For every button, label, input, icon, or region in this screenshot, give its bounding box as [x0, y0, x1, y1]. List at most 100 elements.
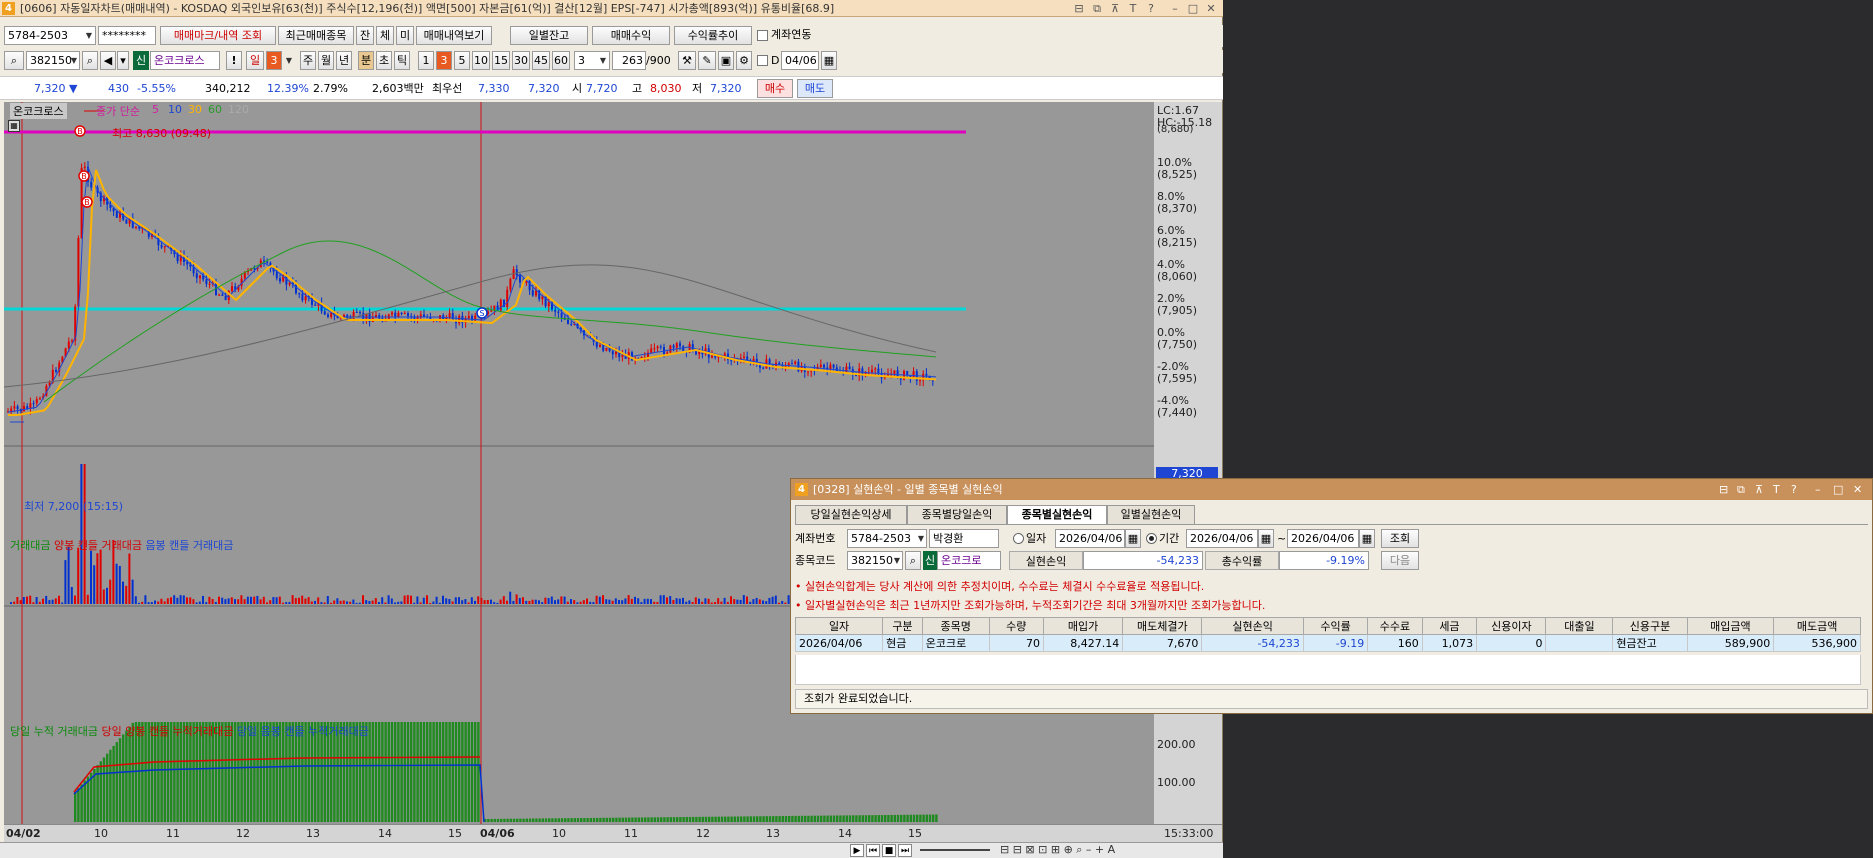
- column-header[interactable]: 수익률: [1302, 617, 1369, 635]
- link-icon[interactable]: ⊟: [1719, 479, 1728, 500]
- minimize-icon[interactable]: –: [1168, 0, 1182, 16]
- chevron-down-icon[interactable]: ▼: [83, 27, 95, 44]
- interval-1-button[interactable]: 1: [418, 51, 434, 70]
- table-row[interactable]: 2026/04/06 현금 온코크로 70 8,427.14 7,670 -54,233 -9…: [794, 634, 1861, 652]
- font-icon[interactable]: T: [1773, 479, 1780, 500]
- bar-count-input[interactable]: 263: [612, 51, 646, 70]
- column-header[interactable]: 신용구분: [1612, 617, 1688, 635]
- period-day-button[interactable]: 일: [246, 51, 264, 70]
- scroll-right-icon[interactable]: ▶: [850, 844, 864, 857]
- period-value[interactable]: 3: [266, 51, 282, 70]
- help-icon[interactable]: ?: [1144, 0, 1158, 16]
- interval-60-button[interactable]: 60: [552, 51, 570, 70]
- tab-daily-realized[interactable]: 일별실현손익: [1107, 505, 1195, 525]
- column-header[interactable]: 신용이자: [1476, 617, 1547, 635]
- calendar-icon[interactable]: ▦: [1258, 529, 1274, 548]
- yield-trend-button[interactable]: 수익률추이: [674, 26, 752, 45]
- interval-30-button[interactable]: 30: [512, 51, 530, 70]
- trade-mark-query-button[interactable]: 매매마크/내역 조회: [160, 26, 276, 45]
- next-button[interactable]: 다음: [1381, 551, 1419, 570]
- interval-3-button[interactable]: 3: [436, 51, 452, 70]
- column-header[interactable]: 매입가: [1043, 617, 1124, 635]
- sound-icon[interactable]: ◀: [100, 51, 116, 70]
- column-header[interactable]: 수량: [988, 617, 1045, 635]
- column-header[interactable]: 종목명: [921, 617, 990, 635]
- interval-5-button[interactable]: 5: [454, 51, 470, 70]
- link-icon[interactable]: ⊟: [1072, 0, 1086, 16]
- recent-trade-button[interactable]: 최근매매종목: [278, 26, 354, 45]
- column-header[interactable]: 매도금액: [1773, 617, 1861, 635]
- font-icon[interactable]: T: [1126, 0, 1140, 16]
- query-button[interactable]: 조회: [1381, 529, 1419, 548]
- column-header[interactable]: 매도체결가: [1122, 617, 1203, 635]
- period-minute-button[interactable]: 분: [358, 51, 374, 70]
- calendar-icon[interactable]: ▦: [1125, 529, 1141, 548]
- chevron-down-icon[interactable]: ▼: [597, 52, 609, 69]
- jump-start-icon[interactable]: ⏮: [866, 844, 880, 857]
- tools-icon[interactable]: ⚒: [678, 51, 696, 70]
- column-header[interactable]: 구분: [882, 617, 923, 635]
- filled-button[interactable]: 체: [376, 26, 394, 45]
- interval-15-button[interactable]: 15: [492, 51, 510, 70]
- date-input[interactable]: 04/06: [781, 51, 819, 70]
- chevron-down-icon[interactable]: ▼: [891, 552, 903, 569]
- search-icon[interactable]: ⌕: [905, 551, 921, 570]
- column-header[interactable]: 실현손익: [1201, 617, 1304, 635]
- password-input[interactable]: ********: [98, 26, 156, 45]
- date-to-input[interactable]: 2026/04/06: [1287, 529, 1359, 548]
- link-account-checkbox[interactable]: [757, 30, 768, 41]
- stop-icon[interactable]: ■: [882, 844, 896, 857]
- minimize-icon[interactable]: –: [1815, 479, 1821, 500]
- tab-today-detail[interactable]: 당일실현손익상세: [795, 505, 907, 525]
- close-icon[interactable]: ✕: [1853, 479, 1862, 500]
- draw-icon[interactable]: ✎: [698, 51, 716, 70]
- help-icon[interactable]: ?: [1791, 479, 1797, 500]
- trade-history-button[interactable]: 매매내역보기: [416, 26, 492, 45]
- save-icon[interactable]: ▣: [718, 51, 734, 70]
- chart-tools-icons[interactable]: ⊟ ⊟ ⊠ ⊡ ⊞ ⊕ ⌕ – + A: [1000, 843, 1115, 857]
- chevron-down-icon[interactable]: ▼: [915, 530, 927, 547]
- search-icon[interactable]: ⌕: [82, 51, 98, 70]
- buy-button[interactable]: 매수: [757, 79, 793, 98]
- chevron-down-icon[interactable]: ▼: [283, 52, 295, 69]
- period-second-button[interactable]: 초: [376, 51, 392, 70]
- calendar-icon[interactable]: ▦: [821, 51, 837, 70]
- column-header[interactable]: 세금: [1421, 617, 1478, 635]
- gear-icon[interactable]: ⚙: [736, 51, 752, 70]
- tab-stock-realized[interactable]: 종목별실현손익: [1007, 505, 1107, 525]
- copy-icon[interactable]: ⧉: [1090, 0, 1104, 16]
- date-single-input[interactable]: 2026/04/06: [1055, 529, 1125, 548]
- column-header[interactable]: 수수료: [1367, 617, 1423, 635]
- sell-button[interactable]: 매도: [797, 79, 833, 98]
- trade-profit-button[interactable]: 매매수익: [592, 26, 670, 45]
- maximize-icon[interactable]: □: [1833, 479, 1843, 500]
- stock-name-field[interactable]: 온코크로스: [150, 51, 220, 70]
- column-header[interactable]: 일자: [794, 617, 884, 635]
- interval-45-button[interactable]: 45: [532, 51, 550, 70]
- zoom-slider[interactable]: [920, 849, 990, 851]
- period-year-button[interactable]: 년: [336, 51, 352, 70]
- interval-10-button[interactable]: 10: [472, 51, 490, 70]
- column-header[interactable]: 매입금액: [1686, 617, 1775, 635]
- radio-date[interactable]: [1013, 533, 1024, 544]
- chevron-down-icon[interactable]: ▾: [117, 51, 129, 70]
- tab-stock-today[interactable]: 종목별당일손익: [907, 505, 1007, 525]
- grid-icon[interactable]: ▦: [8, 120, 20, 132]
- period-tick-button[interactable]: 틱: [394, 51, 410, 70]
- period-week-button[interactable]: 주: [300, 51, 316, 70]
- price-chart[interactable]: B B B S 온코크로스 종가 단순 5 10 30 60 120 ▦ 최고 8,6…: [4, 102, 1154, 824]
- period-month-button[interactable]: 월: [318, 51, 334, 70]
- pin-icon[interactable]: ⊼: [1755, 479, 1763, 500]
- close-icon[interactable]: ✕: [1204, 0, 1218, 16]
- unfilled-button[interactable]: 미: [396, 26, 414, 45]
- date-checkbox[interactable]: [757, 55, 768, 66]
- alert-button[interactable]: !: [226, 51, 242, 70]
- code-search-icon[interactable]: ⌕: [4, 51, 24, 70]
- radio-period[interactable]: [1146, 533, 1157, 544]
- copy-icon[interactable]: ⧉: [1737, 479, 1745, 500]
- calendar-icon[interactable]: ▦: [1359, 529, 1375, 548]
- daily-balance-button[interactable]: 일별잔고: [510, 26, 588, 45]
- date-from-input[interactable]: 2026/04/06: [1186, 529, 1258, 548]
- chevron-down-icon[interactable]: ▼: [68, 52, 80, 69]
- maximize-icon[interactable]: □: [1186, 0, 1200, 16]
